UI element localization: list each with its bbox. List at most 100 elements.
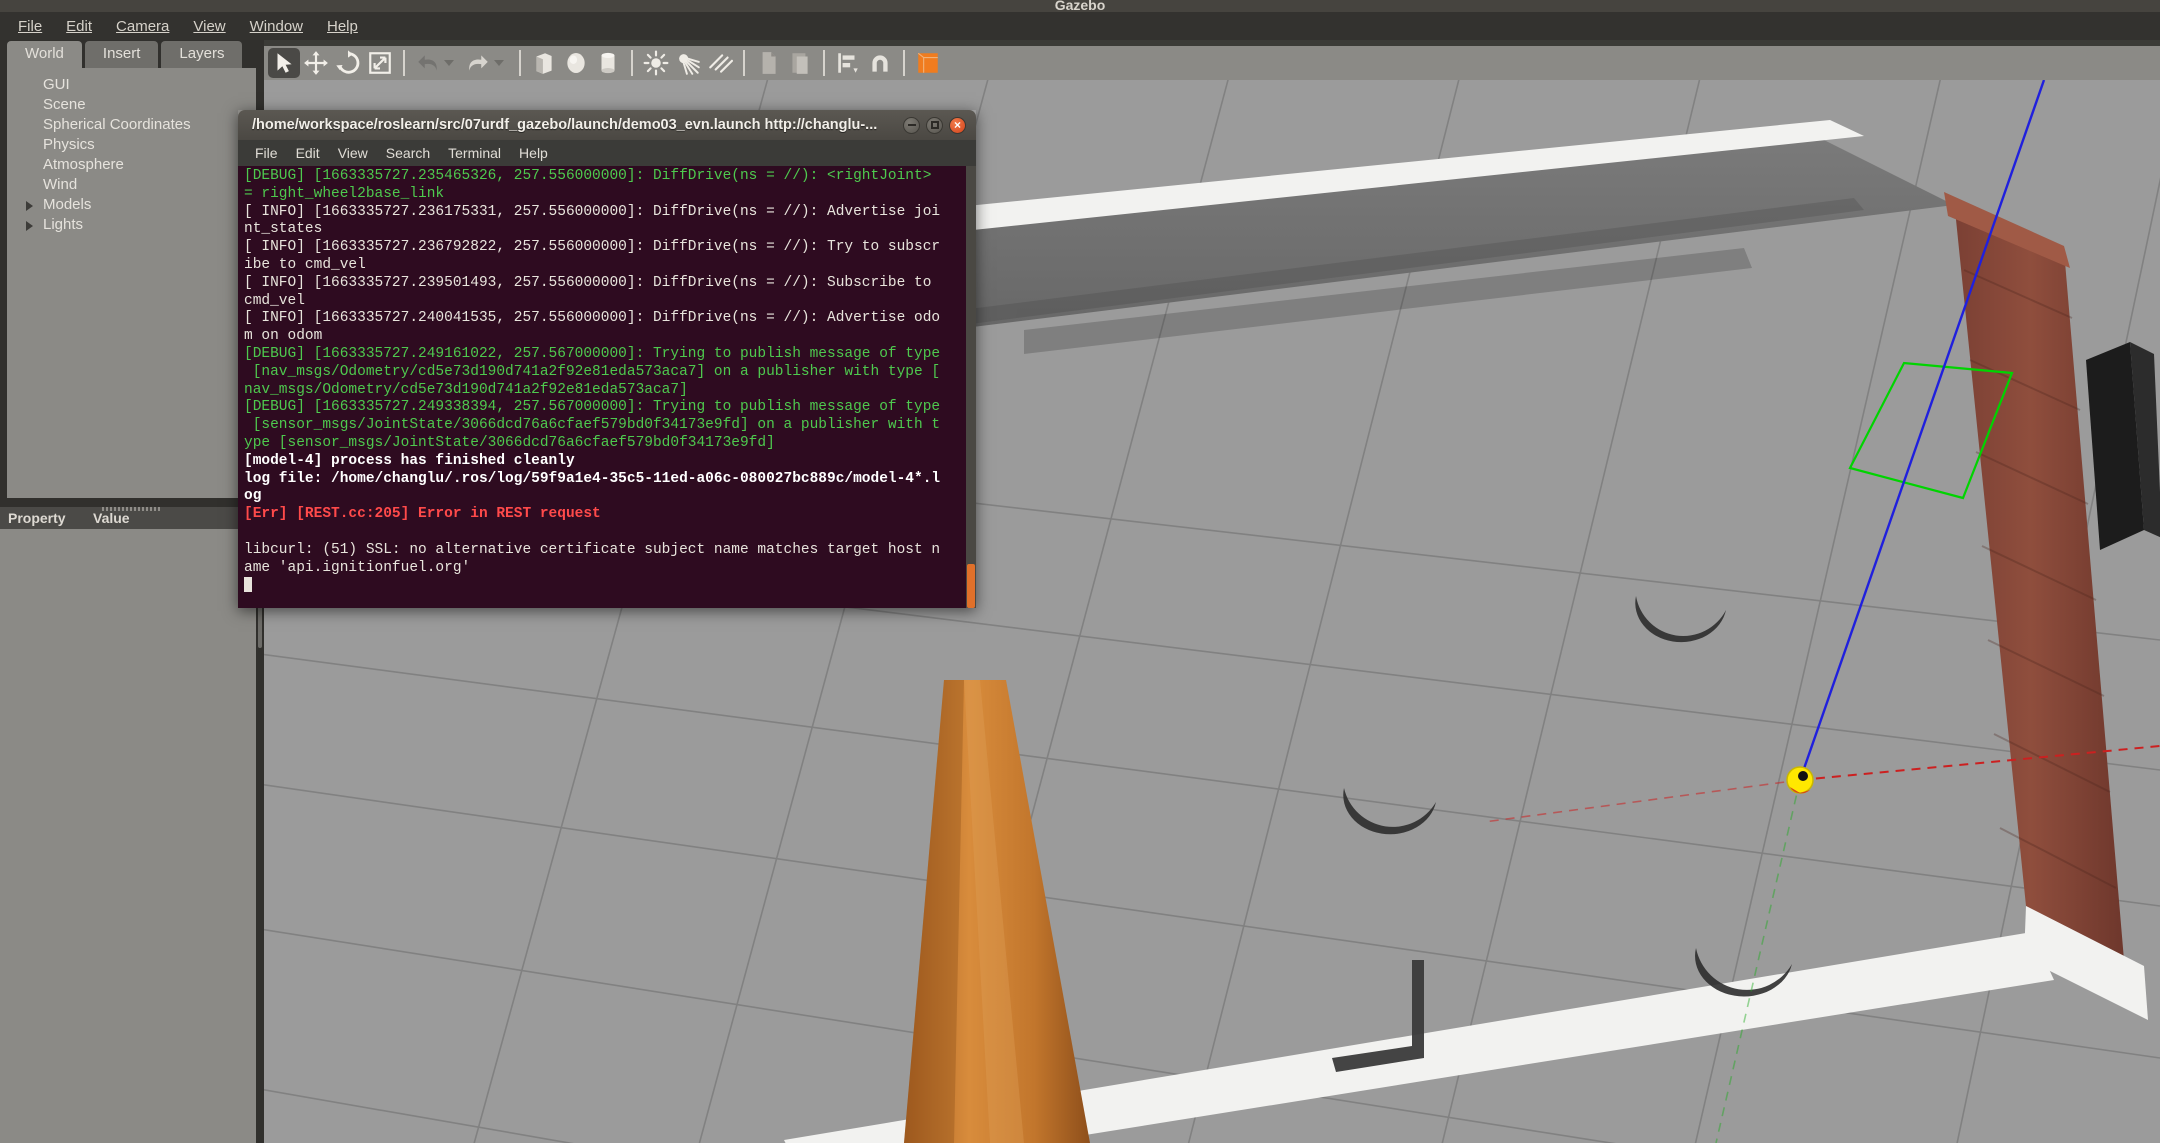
menu-item-edit[interactable]: Edit — [54, 15, 104, 38]
insert-point-light-button[interactable] — [640, 48, 672, 78]
maximize-button[interactable] — [926, 116, 943, 134]
left-panel-tabs: World Insert Layers — [7, 40, 245, 68]
tree-item-scene[interactable]: Scene — [7, 95, 256, 115]
terminal-menu-bar: File Edit View Search Terminal Help — [238, 140, 976, 166]
insert-directional-light-button[interactable] — [704, 48, 736, 78]
sphere-icon — [567, 53, 585, 73]
tree-item-spherical-coordinates[interactable]: Spherical Coordinates — [7, 115, 256, 135]
terminal-output[interactable]: [DEBUG] [1663335727.235465326, 257.55600… — [238, 166, 976, 608]
chevron-right-icon[interactable] — [26, 201, 33, 211]
tree-item-lights[interactable]: Lights — [7, 215, 256, 235]
translate-mode-button[interactable] — [300, 48, 332, 78]
terminal-cursor-line — [244, 577, 976, 596]
scrollbar-thumb[interactable] — [967, 564, 975, 608]
scale-mode-button[interactable] — [364, 48, 396, 78]
world-tree: GUI Scene Spherical Coordinates Physics … — [7, 68, 256, 498]
tree-item-atmosphere[interactable]: Atmosphere — [7, 155, 256, 175]
column-header-value: Value — [93, 510, 130, 526]
terminal-menu-help[interactable]: Help — [510, 145, 557, 161]
cursor-arrow-icon — [277, 53, 292, 73]
tree-item-gui[interactable]: GUI — [7, 75, 256, 95]
terminal-line: [sensor_msgs/JointState/3066dcd76a6cfaef… — [244, 417, 941, 434]
terminal-line: log file: /home/changlu/.ros/log/59f9a1e… — [244, 470, 941, 487]
terminal-line: cmd_vel — [244, 292, 305, 309]
close-button[interactable]: × — [949, 116, 966, 134]
terminal-line: [DEBUG] [1663335727.235465326, 257.55600… — [244, 168, 932, 184]
tree-item-wind[interactable]: Wind — [7, 175, 256, 195]
terminal-menu-edit[interactable]: Edit — [287, 145, 329, 161]
terminal-title: /home/workspace/roslearn/src/07urdf_gaze… — [252, 117, 878, 133]
terminal-line: [DEBUG] [1663335727.249161022, 257.56700… — [244, 345, 941, 362]
terminal-line: [Err] [REST.cc:205] Error in REST reques… — [244, 506, 601, 523]
terminal-window-controls: × — [903, 116, 976, 134]
select-mode-button[interactable] — [268, 48, 300, 78]
terminal-line: [ INFO] [1663335727.239501493, 257.55600… — [244, 274, 932, 291]
terminal-menu-search[interactable]: Search — [377, 145, 439, 161]
redo-button[interactable] — [462, 48, 494, 78]
copy-button[interactable] — [752, 48, 784, 78]
terminal-menu-view[interactable]: View — [329, 145, 377, 161]
undo-history-chevron-down-icon[interactable] — [444, 60, 454, 66]
rotate-mode-button[interactable] — [332, 48, 364, 78]
insert-spot-light-button[interactable] — [672, 48, 704, 78]
tree-item-models[interactable]: Models — [7, 195, 256, 215]
terminal-line: ype [sensor_msgs/JointState/3066dcd76a6c… — [244, 434, 775, 451]
tab-layers[interactable]: Layers — [161, 41, 243, 68]
magnet-icon — [872, 55, 888, 72]
left-panel: World Insert Layers GUI Scene Spherical … — [0, 40, 256, 1143]
tab-insert[interactable]: Insert — [84, 41, 159, 68]
property-table-header: Property Value — [0, 507, 256, 529]
redo-history-chevron-down-icon[interactable] — [494, 60, 504, 66]
terminal-window[interactable]: /home/workspace/roslearn/src/07urdf_gaze… — [238, 110, 976, 608]
menu-item-camera[interactable]: Camera — [104, 15, 181, 38]
tree-item-physics[interactable]: Physics — [7, 135, 256, 155]
terminal-line: = right_wheel2base_link — [244, 185, 445, 202]
terminal-menu-file[interactable]: File — [246, 145, 287, 161]
align-button[interactable] — [832, 48, 864, 78]
align-icon — [838, 53, 858, 73]
terminal-line: libcurl: (51) SSL: no alternative certif… — [244, 541, 941, 558]
terminal-line: [nav_msgs/Odometry/cd5e73d190d741a2f92e8… — [244, 363, 941, 380]
change-view-button[interactable] — [912, 48, 944, 78]
chevron-right-icon[interactable] — [26, 221, 33, 231]
text-cursor — [244, 577, 252, 593]
page-title: Gazebo — [1054, 0, 1106, 12]
gazebo-application-window: Gazebo File Edit Camera View Window Help… — [0, 0, 2160, 1143]
cylinder-icon — [601, 52, 615, 74]
tab-world[interactable]: World — [7, 41, 82, 68]
terminal-line: [ INFO] [1663335727.240041535, 257.55600… — [244, 310, 941, 327]
terminal-line: m on odom — [244, 328, 323, 345]
rotate-icon — [336, 50, 360, 74]
point-light-icon — [643, 50, 669, 76]
menu-item-file[interactable]: File — [6, 15, 54, 38]
redo-arrow-icon — [469, 55, 488, 71]
undo-button[interactable] — [412, 48, 444, 78]
terminal-menu-terminal[interactable]: Terminal — [439, 145, 510, 161]
toolbar-separator — [631, 50, 633, 76]
editor-toolbar — [264, 46, 2160, 80]
toolbar-separator — [519, 50, 521, 76]
menu-item-window[interactable]: Window — [238, 15, 315, 38]
column-header-property: Property — [8, 510, 66, 526]
terminal-scrollbar[interactable] — [966, 166, 976, 608]
terminal-line: ibe to cmd_vel — [244, 256, 366, 273]
snap-button[interactable] — [864, 48, 896, 78]
property-table-body — [0, 529, 256, 1143]
panel-resize-grip[interactable] — [102, 507, 162, 511]
menu-item-help[interactable]: Help — [315, 15, 370, 38]
main-menu-bar: File Edit Camera View Window Help — [0, 12, 2160, 40]
insert-box-button[interactable] — [528, 48, 560, 78]
view-cube-icon — [917, 52, 938, 73]
copy-icon — [762, 52, 776, 74]
insert-sphere-button[interactable] — [560, 48, 592, 78]
toolbar-separator — [903, 50, 905, 76]
terminal-title-bar[interactable]: /home/workspace/roslearn/src/07urdf_gaze… — [238, 110, 976, 140]
insert-cylinder-button[interactable] — [592, 48, 624, 78]
application-title-bar: Gazebo — [0, 0, 2160, 12]
terminal-line: og — [244, 488, 262, 505]
menu-item-view[interactable]: View — [181, 15, 237, 38]
terminal-line: nav_msgs/Odometry/cd5e73d190d741a2f92e81… — [244, 381, 688, 398]
minimize-button[interactable] — [903, 116, 920, 134]
paste-button[interactable] — [784, 48, 816, 78]
